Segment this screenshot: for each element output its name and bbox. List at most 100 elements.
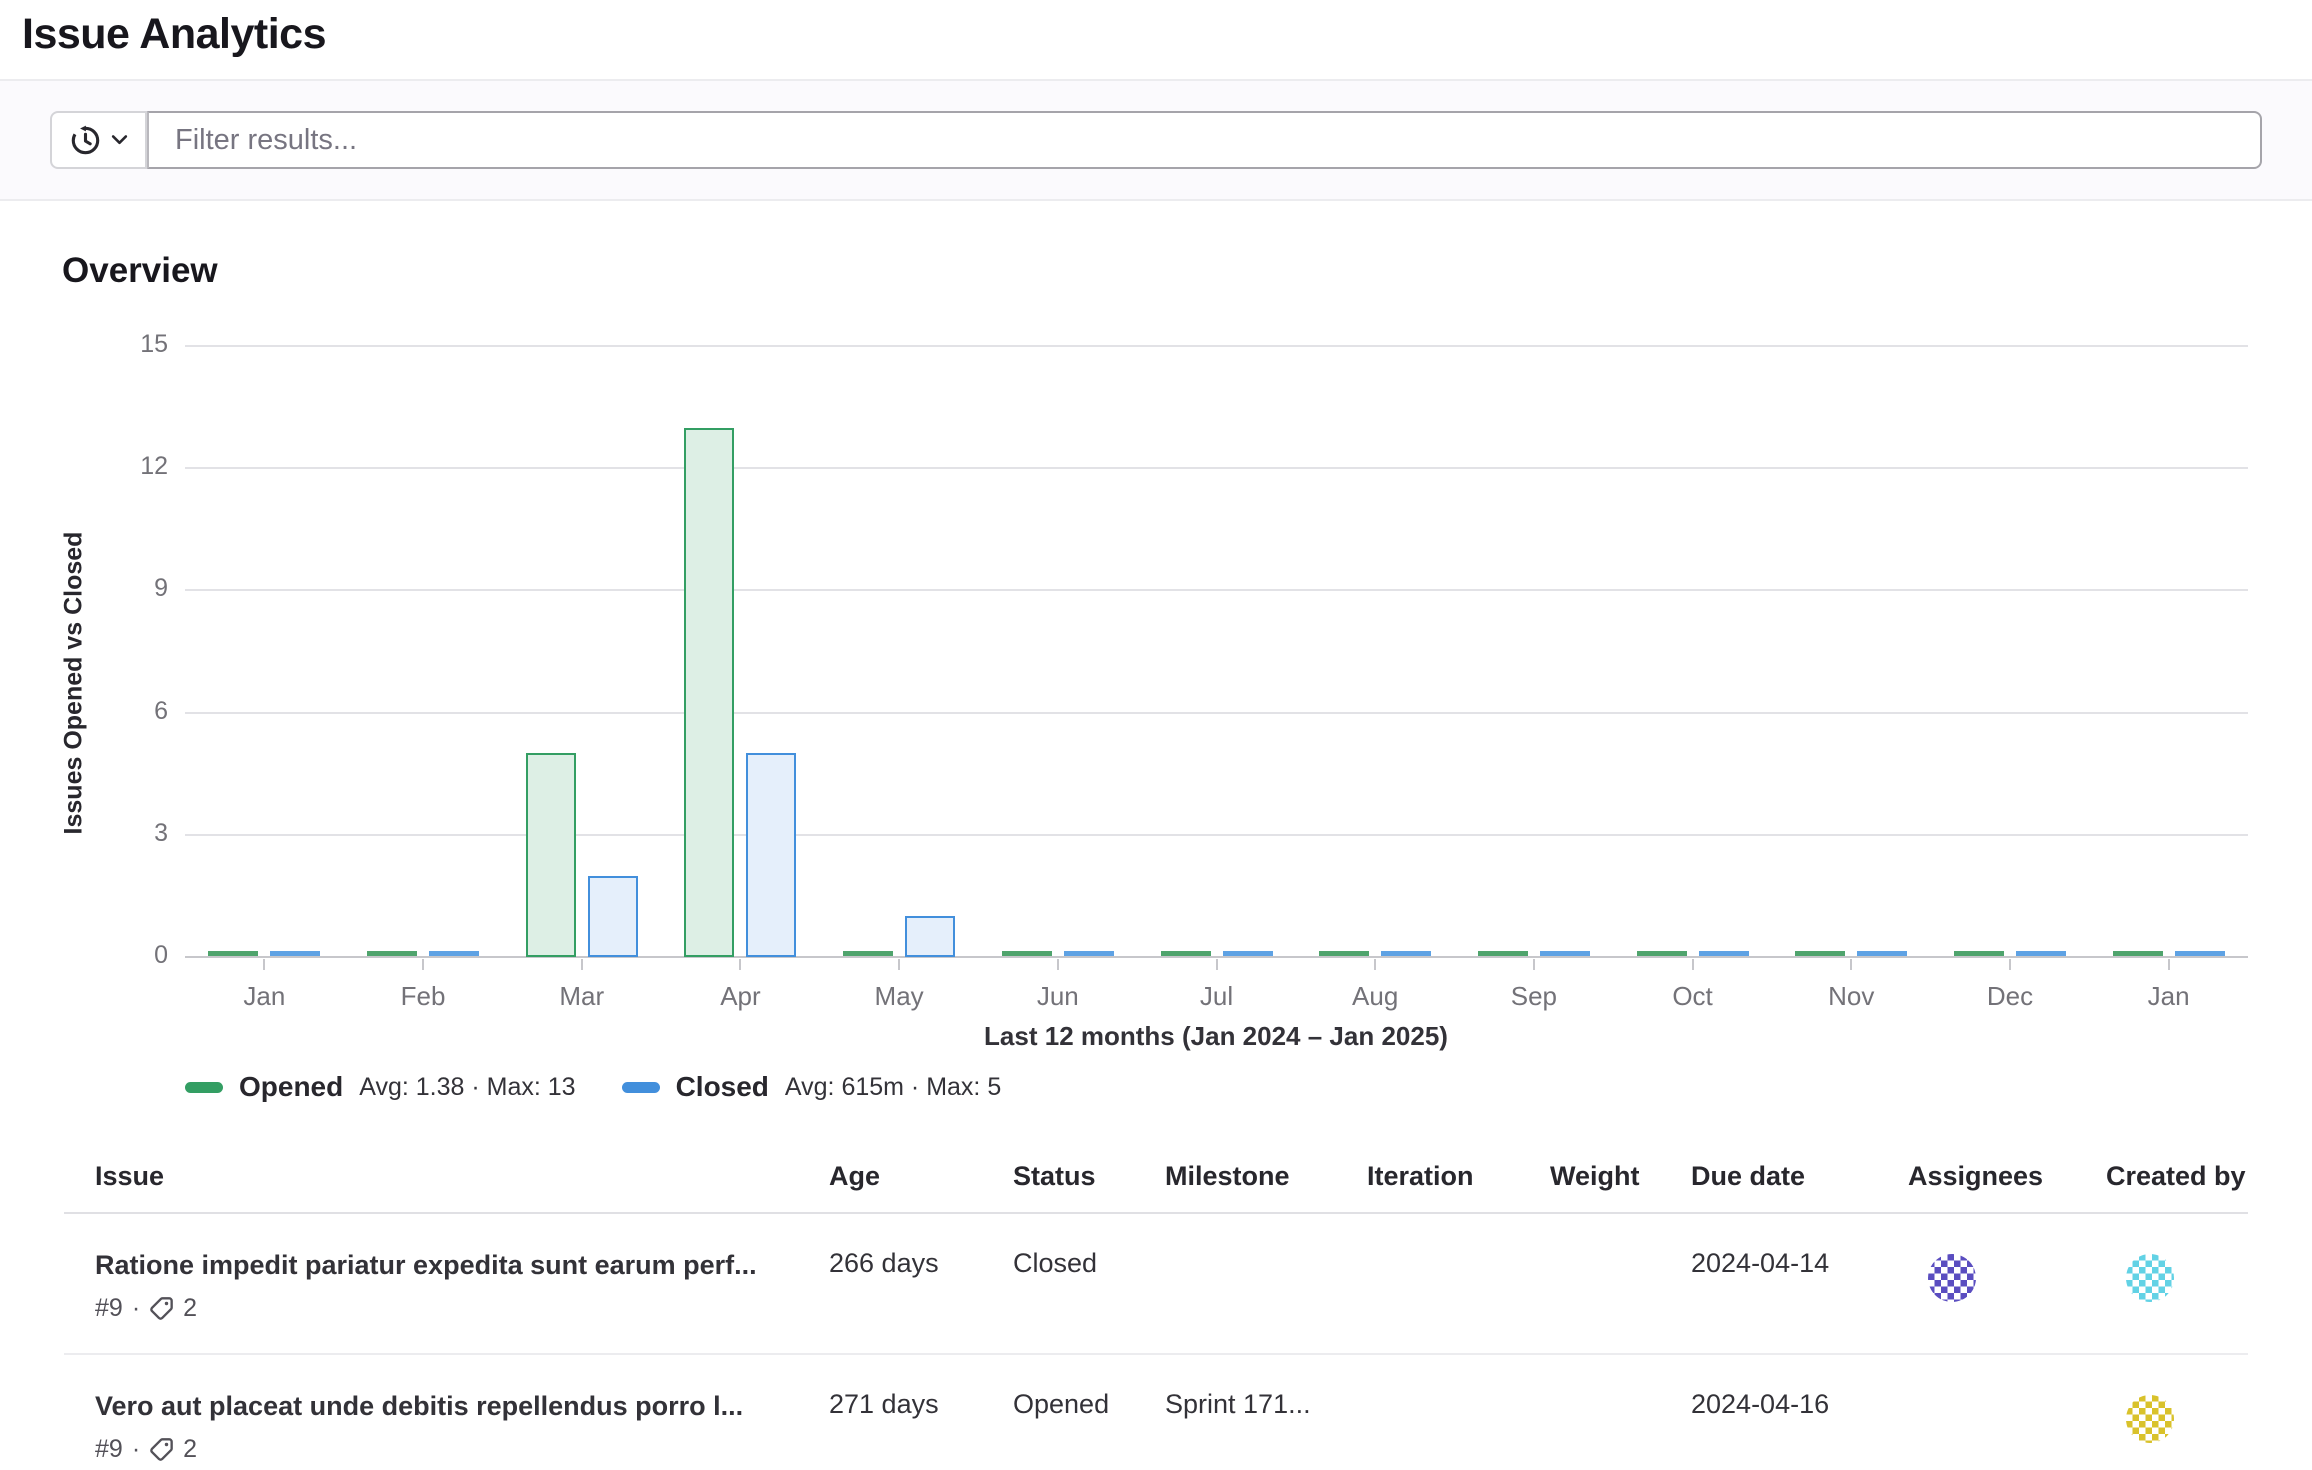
meta-separator: · — [132, 1435, 140, 1464]
x-tick-label: Jan — [2148, 981, 2190, 1012]
bar-closed-4[interactable] — [905, 916, 955, 957]
legend-label-opened[interactable]: Opened — [239, 1071, 343, 1103]
meta-separator: · — [132, 1294, 140, 1323]
bar-closed-8[interactable] — [1540, 951, 1590, 956]
filtered-search-group — [50, 111, 2262, 169]
bar-opened-9[interactable] — [1637, 951, 1687, 956]
bar-closed-11[interactable] — [2016, 951, 2066, 956]
created-by-avatar[interactable] — [2126, 1254, 2174, 1302]
bar-closed-12[interactable] — [2175, 951, 2225, 956]
issue-analytics-page: Issue Analytics Overview — [0, 0, 2312, 1470]
x-tick-label: Mar — [559, 981, 604, 1012]
column-header-milestone: Milestone — [1165, 1145, 1367, 1213]
x-tick-label: Dec — [1987, 981, 2033, 1012]
history-icon — [70, 125, 101, 156]
legend-stats-closed: Avg: 615m · Max: 5 — [785, 1073, 1001, 1102]
x-tick-mark — [1692, 959, 1694, 970]
legend-swatch-opened[interactable] — [185, 1082, 223, 1093]
gridline — [185, 834, 2248, 836]
y-tick-label: 9 — [0, 574, 168, 603]
table-header-row: IssueAgeStatusMilestoneIterationWeightDu… — [64, 1145, 2248, 1213]
bar-closed-9[interactable] — [1699, 951, 1749, 956]
page-title: Issue Analytics — [22, 10, 2312, 59]
bar-opened-12[interactable] — [2113, 951, 2163, 956]
x-tick-mark — [1374, 959, 1376, 970]
x-tick-mark — [2009, 959, 2011, 970]
search-history-dropdown-button[interactable] — [50, 111, 147, 169]
due-date-cell: 2024-04-16 — [1691, 1354, 1908, 1470]
x-tick-mark — [739, 959, 741, 970]
x-tick-mark — [898, 959, 900, 970]
issue-row-0: Ratione impedit pariatur expedita sunt e… — [64, 1213, 2248, 1354]
bar-opened-5[interactable] — [1002, 951, 1052, 956]
issues-table: IssueAgeStatusMilestoneIterationWeightDu… — [64, 1145, 2248, 1470]
y-tick-label: 6 — [0, 697, 168, 726]
age-cell: 266 days — [829, 1213, 1013, 1354]
x-tick-label: Sep — [1511, 981, 1557, 1012]
bar-opened-8[interactable] — [1478, 951, 1528, 956]
issues-opened-vs-closed-chart: Issues Opened vs Closed Last 12 months (… — [0, 331, 2312, 1051]
bar-opened-3[interactable] — [684, 428, 734, 957]
labels-count: 2 — [183, 1294, 197, 1323]
issues-table-container: IssueAgeStatusMilestoneIterationWeightDu… — [64, 1145, 2248, 1470]
legend-label-closed[interactable]: Closed — [676, 1071, 769, 1103]
issue-ref: #9 — [95, 1294, 123, 1323]
weight-cell — [1550, 1354, 1691, 1470]
column-header-status: Status — [1013, 1145, 1165, 1213]
issue-cell: Vero aut placeat unde debitis repellendu… — [64, 1354, 829, 1470]
assignee-avatar[interactable] — [1928, 1254, 1976, 1302]
chart-legend: Opened Avg: 1.38 · Max: 13 Closed Avg: 6… — [185, 1071, 2312, 1103]
labels-count: 2 — [183, 1435, 197, 1464]
bar-closed-2[interactable] — [588, 876, 638, 957]
x-tick-label: Jan — [243, 981, 285, 1012]
x-tick-label: Nov — [1828, 981, 1874, 1012]
column-header-due-date: Due date — [1691, 1145, 1908, 1213]
weight-cell — [1550, 1213, 1691, 1354]
issue-meta: #9 · 2 — [95, 1294, 829, 1323]
issue-ref: #9 — [95, 1435, 123, 1464]
x-tick-mark — [1533, 959, 1535, 970]
column-header-issue: Issue — [64, 1145, 829, 1213]
bar-opened-10[interactable] — [1795, 951, 1845, 956]
x-tick-mark — [2168, 959, 2170, 970]
y-tick-label: 3 — [0, 819, 168, 848]
bar-opened-1[interactable] — [367, 951, 417, 956]
bar-closed-5[interactable] — [1064, 951, 1114, 956]
y-tick-label: 12 — [0, 452, 168, 481]
bar-closed-3[interactable] — [746, 753, 796, 957]
x-tick-label: Jun — [1037, 981, 1079, 1012]
bar-opened-11[interactable] — [1954, 951, 2004, 956]
issue-row-1: Vero aut placeat unde debitis repellendu… — [64, 1354, 2248, 1470]
legend-swatch-closed[interactable] — [622, 1082, 660, 1093]
label-icon — [149, 1437, 174, 1462]
bar-closed-0[interactable] — [270, 951, 320, 956]
bar-closed-1[interactable] — [429, 951, 479, 956]
bar-opened-6[interactable] — [1161, 951, 1211, 956]
x-tick-label: Feb — [401, 981, 446, 1012]
y-tick-label: 0 — [0, 941, 168, 970]
chevron-down-icon — [111, 134, 128, 146]
bar-closed-7[interactable] — [1381, 951, 1431, 956]
issue-link[interactable]: Vero aut placeat unde debitis repellendu… — [95, 1389, 829, 1423]
x-tick-label: Apr — [720, 981, 760, 1012]
bar-closed-10[interactable] — [1857, 951, 1907, 956]
column-header-iteration: Iteration — [1367, 1145, 1550, 1213]
x-axis-line — [185, 956, 2248, 958]
status-cell: Opened — [1013, 1354, 1165, 1470]
x-tick-mark — [1216, 959, 1218, 970]
issue-link[interactable]: Ratione impedit pariatur expedita sunt e… — [95, 1248, 829, 1282]
filter-results-input[interactable] — [147, 111, 2262, 169]
bar-opened-7[interactable] — [1319, 951, 1369, 956]
issue-cell: Ratione impedit pariatur expedita sunt e… — [64, 1213, 829, 1354]
x-tick-label: May — [875, 981, 924, 1012]
x-tick-mark — [1850, 959, 1852, 970]
gridline — [185, 345, 2248, 347]
created-by-cell — [2106, 1354, 2248, 1470]
bar-opened-2[interactable] — [526, 753, 576, 957]
column-header-age: Age — [829, 1145, 1013, 1213]
bar-closed-6[interactable] — [1223, 951, 1273, 956]
x-tick-mark — [581, 959, 583, 970]
created-by-avatar[interactable] — [2126, 1395, 2174, 1443]
bar-opened-4[interactable] — [843, 951, 893, 956]
bar-opened-0[interactable] — [208, 951, 258, 956]
